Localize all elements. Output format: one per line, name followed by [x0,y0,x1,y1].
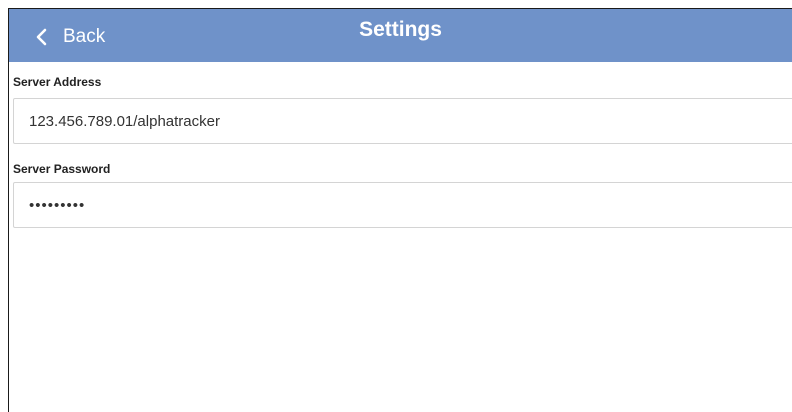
server-password-input[interactable] [13,182,792,228]
page-title: Settings [359,18,442,41]
top-bar: Back Settings [9,9,792,62]
server-address-label: Server Address [13,75,102,89]
server-address-input[interactable] [13,98,792,144]
server-password-label: Server Password [13,162,111,176]
settings-screen: Back Settings Server Address Server Pass… [8,8,792,412]
